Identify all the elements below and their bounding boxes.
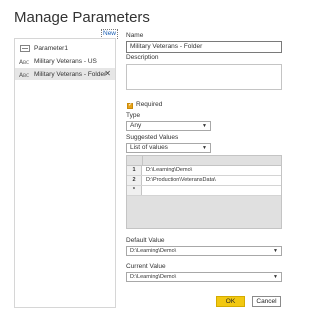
parameter-icon	[19, 44, 30, 52]
description-label: Description	[126, 54, 159, 61]
chevron-down-icon: ▼	[273, 248, 278, 254]
type-select[interactable]: Any ▼	[126, 121, 211, 131]
suggested-values-table: 1 D:\Learning\Demo\ 2 D:\Production\Vete…	[126, 155, 282, 229]
text-parameter-icon: A BC	[19, 57, 30, 65]
name-label: Name	[126, 32, 144, 39]
current-value: D:\Learning\Demo\	[130, 274, 177, 280]
current-value-label: Current Value	[126, 263, 166, 270]
svg-text:BC: BC	[23, 60, 29, 65]
parameter-name: Military Veterans - Folder	[34, 70, 107, 78]
new-row-marker: *	[127, 186, 142, 195]
table-cell[interactable]: D:\Production\VeteransData\	[146, 176, 216, 185]
suggested-values-select[interactable]: List of values ▼	[126, 143, 211, 153]
name-field[interactable]: Military Veterans - Folder	[126, 41, 282, 53]
parameter-list-item[interactable]: A BC Military Veterans - US	[15, 55, 115, 67]
row-number: 2	[127, 176, 142, 185]
ok-button[interactable]: OK	[216, 296, 245, 307]
chevron-down-icon: ▼	[202, 145, 207, 151]
table-row[interactable]: 2 D:\Production\VeteransData\	[127, 176, 281, 186]
remove-parameter-icon[interactable]: ✕	[104, 69, 111, 78]
type-value: Any	[130, 122, 142, 129]
parameter-list-item[interactable]: Parameter1	[15, 42, 115, 54]
parameter-list: Parameter1 A BC Military Veterans - US AB…	[14, 38, 116, 308]
checkmark-icon: ✓	[128, 102, 134, 108]
current-value-select[interactable]: D:\Learning\Demo\ ▼	[126, 272, 282, 282]
table-row[interactable]: 1 D:\Learning\Demo\	[127, 166, 281, 176]
chevron-down-icon: ▼	[273, 274, 278, 280]
default-value-select[interactable]: D:\Learning\Demo\ ▼	[126, 246, 282, 256]
table-header	[127, 156, 281, 166]
parameter-name: Military Veterans - US	[34, 57, 97, 65]
default-value-label: Default Value	[126, 237, 165, 244]
parameter-list-item-selected[interactable]: A BC Military Veterans - Folder ✕	[15, 68, 115, 80]
table-cell[interactable]: D:\Learning\Demo\	[146, 166, 192, 175]
chevron-down-icon: ▼	[202, 123, 207, 129]
dialog-title: Manage Parameters	[14, 9, 150, 26]
column-separator	[142, 156, 143, 166]
cancel-button[interactable]: Cancel	[252, 296, 281, 307]
table-new-row[interactable]: *	[127, 186, 281, 196]
svg-text:BC: BC	[23, 73, 29, 78]
text-parameter-icon: A BC	[19, 70, 30, 78]
description-field[interactable]	[126, 64, 282, 90]
suggested-values-label: Suggested Values	[126, 134, 179, 141]
type-label: Type	[126, 112, 141, 119]
row-number: 1	[127, 166, 142, 175]
parameter-name: Parameter1	[34, 44, 68, 52]
required-label: Required	[136, 101, 163, 108]
suggested-values-value: List of values	[130, 144, 168, 151]
required-checkbox[interactable]: ✓	[127, 102, 134, 109]
default-value: D:\Learning\Demo\	[130, 248, 177, 254]
